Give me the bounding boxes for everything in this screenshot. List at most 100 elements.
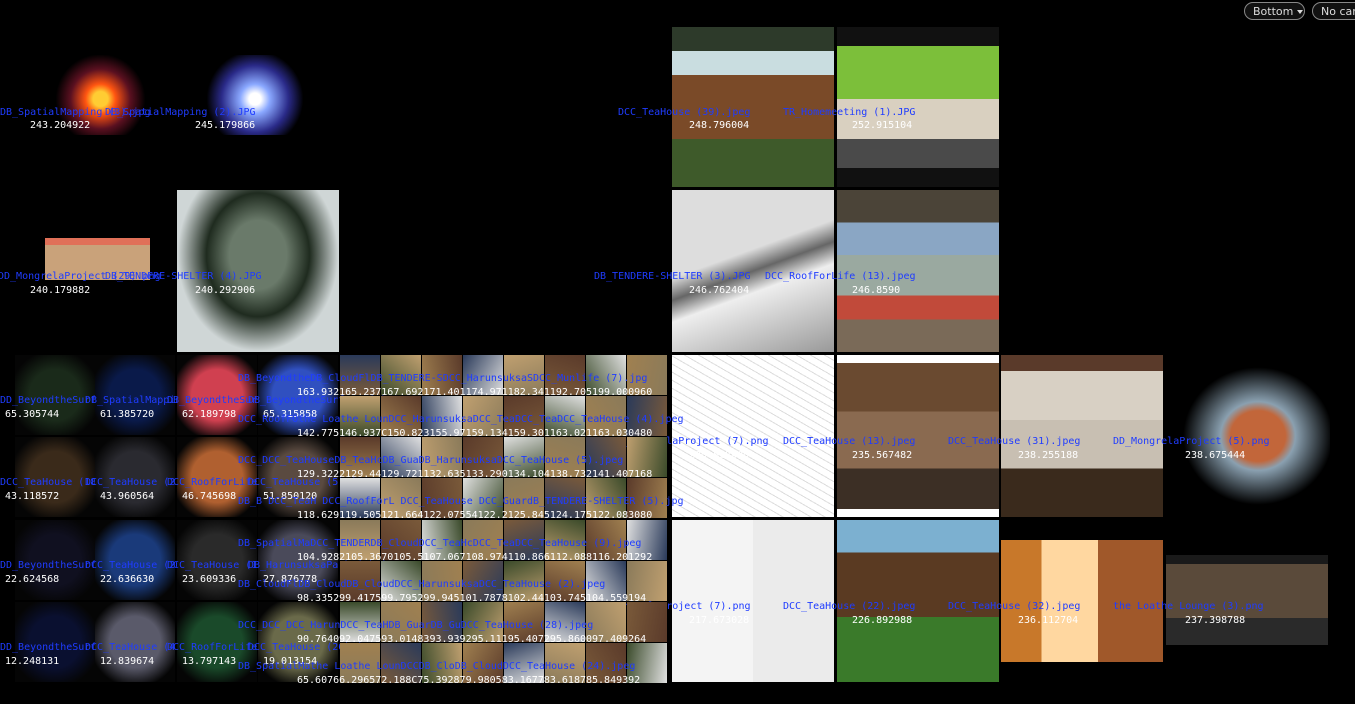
image-thumbnail[interactable] xyxy=(340,643,380,683)
image-thumbnail[interactable] xyxy=(504,396,544,436)
image-thumbnail[interactable] xyxy=(545,355,585,395)
bottom-dropdown-label: Bottom xyxy=(1253,5,1294,18)
image-thumbnail[interactable] xyxy=(381,396,421,436)
image-thumbnail[interactable] xyxy=(381,520,421,560)
image-thumbnail[interactable] xyxy=(340,355,380,395)
image-thumbnail[interactable] xyxy=(463,355,503,395)
image-thumbnail[interactable] xyxy=(586,478,626,518)
image-thumbnail[interactable] xyxy=(672,190,834,352)
image-thumbnail[interactable] xyxy=(545,643,585,683)
image-thumbnail[interactable] xyxy=(40,55,150,135)
image-thumbnail[interactable] xyxy=(381,643,421,683)
image-thumbnail[interactable] xyxy=(177,437,257,517)
image-thumbnail[interactable] xyxy=(381,437,421,477)
image-thumbnail[interactable] xyxy=(195,55,315,135)
image-thumbnail[interactable] xyxy=(258,520,338,600)
image-thumbnail[interactable] xyxy=(837,355,999,517)
image-thumbnail[interactable] xyxy=(177,190,339,352)
image-thumbnail[interactable] xyxy=(422,520,462,560)
image-thumbnail[interactable] xyxy=(837,190,999,352)
image-thumbnail[interactable] xyxy=(545,478,585,518)
image-thumbnail[interactable] xyxy=(586,561,626,601)
image-thumbnail[interactable] xyxy=(422,355,462,395)
image-thumbnail[interactable] xyxy=(504,520,544,560)
image-thumbnail[interactable] xyxy=(586,355,626,395)
image-thumbnail[interactable] xyxy=(340,602,380,642)
image-thumbnail[interactable] xyxy=(422,643,462,683)
image-thumbnail[interactable] xyxy=(463,602,503,642)
image-thumbnail[interactable] xyxy=(504,355,544,395)
image-thumbnail[interactable] xyxy=(258,355,338,435)
image-thumbnail[interactable] xyxy=(627,643,667,683)
image-thumbnail[interactable] xyxy=(837,520,999,682)
image-thumbnail[interactable] xyxy=(627,355,667,395)
image-thumbnail[interactable] xyxy=(672,355,834,517)
image-thumbnail[interactable] xyxy=(463,437,503,477)
image-thumbnail[interactable] xyxy=(1166,555,1328,645)
image-thumbnail[interactable] xyxy=(463,396,503,436)
image-thumbnail[interactable] xyxy=(95,437,175,517)
image-thumbnail[interactable] xyxy=(422,437,462,477)
image-thumbnail[interactable] xyxy=(381,561,421,601)
image-thumbnail[interactable] xyxy=(340,520,380,560)
chevron-down-icon xyxy=(1297,10,1304,14)
image-thumbnail[interactable] xyxy=(422,561,462,601)
image-thumbnail[interactable] xyxy=(1001,355,1163,517)
image-thumbnail[interactable] xyxy=(422,478,462,518)
image-thumbnail[interactable] xyxy=(586,520,626,560)
image-thumbnail[interactable] xyxy=(1001,540,1163,662)
image-thumbnail[interactable] xyxy=(504,478,544,518)
image-thumbnail[interactable] xyxy=(586,396,626,436)
image-thumbnail[interactable] xyxy=(545,437,585,477)
image-thumbnail[interactable] xyxy=(95,355,175,435)
image-thumbnail[interactable] xyxy=(422,602,462,642)
image-thumbnail[interactable] xyxy=(381,478,421,518)
image-thumbnail[interactable] xyxy=(340,478,380,518)
image-thumbnail[interactable] xyxy=(463,643,503,683)
image-thumbnail[interactable] xyxy=(1170,355,1330,517)
image-thumbnail[interactable] xyxy=(258,602,338,682)
image-thumbnail[interactable] xyxy=(504,437,544,477)
image-thumbnail[interactable] xyxy=(15,602,95,682)
image-thumbnail[interactable] xyxy=(627,396,667,436)
image-thumbnail[interactable] xyxy=(504,602,544,642)
image-thumbnail[interactable] xyxy=(258,437,338,517)
image-thumbnail[interactable] xyxy=(545,396,585,436)
image-thumbnail[interactable] xyxy=(15,520,95,600)
bottom-dropdown[interactable]: Bottom xyxy=(1244,2,1305,20)
image-thumbnail[interactable] xyxy=(672,520,834,682)
image-thumbnail[interactable] xyxy=(586,437,626,477)
image-thumbnail[interactable] xyxy=(545,520,585,560)
image-thumbnail[interactable] xyxy=(95,520,175,600)
image-thumbnail[interactable] xyxy=(627,561,667,601)
image-thumbnail[interactable] xyxy=(504,561,544,601)
image-thumbnail[interactable] xyxy=(504,643,544,683)
image-thumbnail[interactable] xyxy=(15,437,95,517)
image-thumbnail[interactable] xyxy=(627,602,667,642)
image-thumbnail[interactable] xyxy=(545,561,585,601)
image-thumbnail[interactable] xyxy=(177,602,257,682)
image-thumbnail[interactable] xyxy=(627,437,667,477)
image-thumbnail[interactable] xyxy=(177,355,257,435)
image-thumbnail[interactable] xyxy=(586,643,626,683)
image-thumbnail[interactable] xyxy=(177,520,257,600)
image-thumbnail[interactable] xyxy=(340,561,380,601)
image-thumbnail[interactable] xyxy=(545,602,585,642)
image-thumbnail[interactable] xyxy=(340,396,380,436)
camera-dropdown[interactable]: No cam xyxy=(1312,2,1355,20)
image-thumbnail[interactable] xyxy=(95,602,175,682)
image-thumbnail[interactable] xyxy=(381,602,421,642)
image-thumbnail[interactable] xyxy=(422,396,462,436)
image-thumbnail[interactable] xyxy=(837,27,999,187)
image-thumbnail[interactable] xyxy=(15,355,95,435)
image-thumbnail[interactable] xyxy=(586,602,626,642)
image-thumbnail[interactable] xyxy=(627,520,667,560)
image-thumbnail[interactable] xyxy=(463,561,503,601)
image-thumbnail[interactable] xyxy=(463,478,503,518)
image-thumbnail[interactable] xyxy=(340,437,380,477)
image-thumbnail[interactable] xyxy=(627,478,667,518)
image-thumbnail[interactable] xyxy=(463,520,503,560)
image-thumbnail[interactable] xyxy=(381,355,421,395)
image-thumbnail[interactable] xyxy=(45,232,150,292)
image-thumbnail[interactable] xyxy=(672,27,834,187)
